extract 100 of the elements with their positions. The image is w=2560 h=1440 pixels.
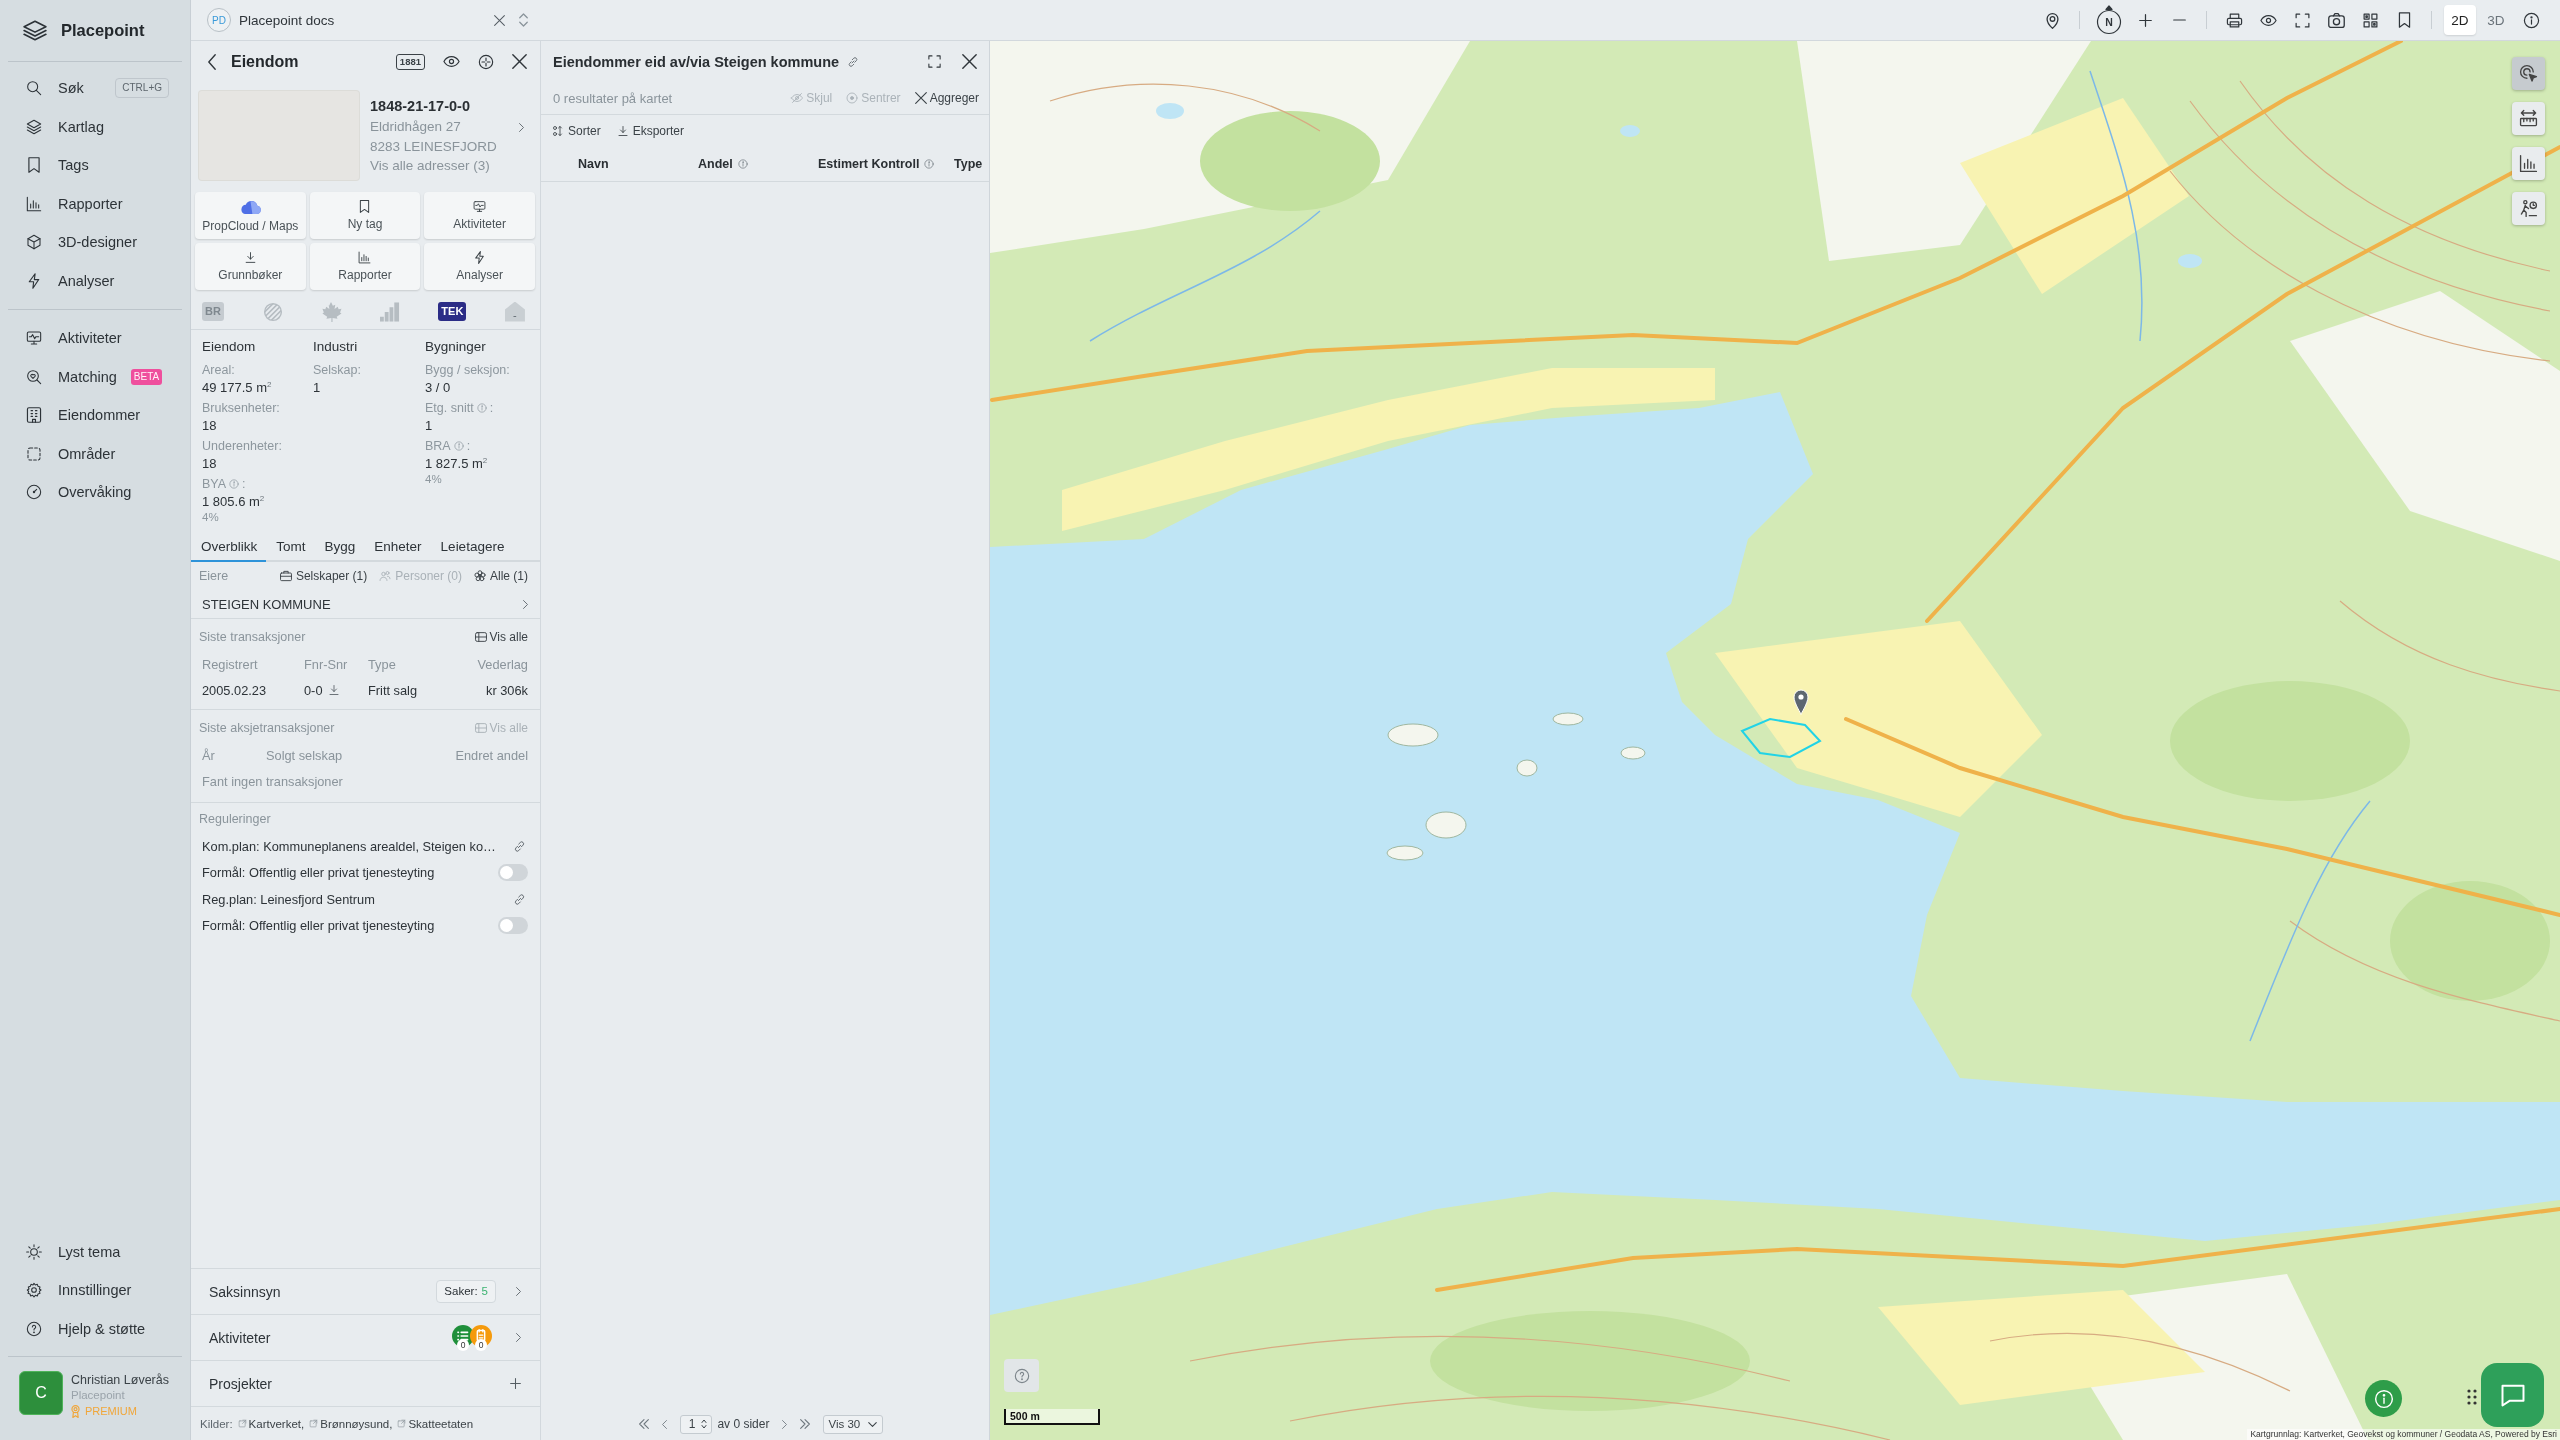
action-button[interactable]: PropCloud / Maps xyxy=(195,192,306,239)
map-attribution: Kartgrunnlag: Kartverket, Geovekst og kommuner / Geodata AS, Powered by Esri xyxy=(2247,1429,2560,1440)
owner-filter[interactable]: Alle (1) xyxy=(474,569,528,583)
tab[interactable]: Bygg xyxy=(314,534,365,562)
sidebar-item[interactable]: Lyst tema xyxy=(0,1232,190,1271)
spin-arrows-icon xyxy=(701,1419,708,1429)
download-icon xyxy=(327,684,340,696)
camera-icon xyxy=(2327,11,2345,29)
ruler-icon xyxy=(2519,109,2538,128)
sidebar-item[interactable]: Rapporter xyxy=(0,184,190,223)
sidebar-item[interactable]: Hjelp & støtte xyxy=(0,1309,190,1348)
source-link[interactable]: Skatteetaten xyxy=(397,1417,474,1430)
section-label: Prosjekter xyxy=(209,1375,274,1392)
tab[interactable]: Tomt xyxy=(266,534,315,562)
action-button[interactable]: Aktiviteter xyxy=(424,192,535,239)
measure-button[interactable] xyxy=(2512,102,2545,135)
show-all-link[interactable]: Vis alle xyxy=(474,630,528,644)
user-avatar[interactable]: C xyxy=(19,1371,63,1415)
sidebar-item[interactable]: Eiendommer xyxy=(0,396,190,435)
tool-button[interactable]: Eksporter xyxy=(616,124,685,138)
close-icon xyxy=(494,14,505,26)
section-title: Siste transaksjoner xyxy=(199,630,306,644)
view-mode-tab[interactable]: 2D xyxy=(2444,5,2476,35)
help-button[interactable] xyxy=(1004,1359,1039,1392)
sidebar-item[interactable]: Overvåking xyxy=(0,473,190,512)
open-property-button[interactable] xyxy=(519,123,524,132)
first-page-button[interactable] xyxy=(638,1419,649,1429)
sidebar-item[interactable]: Kartlag xyxy=(0,107,190,146)
plus-icon xyxy=(510,1378,521,1389)
view-mode-tab[interactable]: 3D xyxy=(2480,5,2512,35)
source-link[interactable]: Brønnøysund, xyxy=(309,1417,393,1430)
flower-icon xyxy=(474,570,486,582)
stat-label: BRA xyxy=(425,438,451,455)
sidebar-item[interactable]: 3D-designer xyxy=(0,223,190,262)
action-button[interactable]: Rapporter xyxy=(309,243,421,290)
address-line: 8283 LEINESFJORD xyxy=(370,137,497,156)
chevron-right-icon xyxy=(782,1419,788,1429)
compass-button[interactable]: N xyxy=(2096,5,2122,35)
open-link-button[interactable] xyxy=(513,892,526,906)
show-button[interactable] xyxy=(443,56,460,67)
sidebar-item[interactable]: Innstillinger xyxy=(0,1271,190,1310)
sidebar-item[interactable]: Analyser xyxy=(0,261,190,300)
add-button[interactable] xyxy=(510,1378,521,1389)
source-link[interactable]: Kartverket, xyxy=(237,1417,305,1430)
close-button[interactable] xyxy=(494,14,505,26)
previous-page-button[interactable] xyxy=(661,1419,667,1429)
help-icon xyxy=(1013,1367,1030,1384)
back-button[interactable] xyxy=(208,53,216,70)
table-cell-text: 2005.02.23 xyxy=(202,681,268,700)
close-button[interactable] xyxy=(962,54,977,69)
download-icon xyxy=(243,251,257,264)
page-size-select[interactable]: Vis 30 xyxy=(823,1414,884,1434)
page-number-field[interactable]: 1 xyxy=(679,1414,713,1434)
sidebar-item[interactable]: Områder xyxy=(0,434,190,473)
locate-button[interactable] xyxy=(478,53,494,70)
action-button[interactable]: Grunnbøker xyxy=(195,243,306,290)
stat-value: 3 / 0 xyxy=(425,379,452,396)
tool-button[interactable]: Sorter xyxy=(552,124,601,138)
section-title: Reguleringer xyxy=(199,812,271,826)
panel-title: Eiendom xyxy=(231,52,299,71)
open-section-button[interactable] xyxy=(516,1333,521,1342)
action-button[interactable]: Analyser xyxy=(424,243,535,290)
toggle-switch[interactable] xyxy=(498,917,528,935)
last-page-button[interactable] xyxy=(800,1419,811,1429)
statistics-button[interactable] xyxy=(2512,147,2545,180)
tab[interactable]: Overblikk xyxy=(191,534,267,562)
fullscreen-icon xyxy=(2293,11,2311,29)
sidebar-item[interactable]: Tags xyxy=(0,146,190,185)
sidebar-item[interactable]: Aktiviteter xyxy=(0,319,190,358)
stat-label: Bygg / seksjon: xyxy=(425,362,510,379)
download-button[interactable] xyxy=(327,684,340,696)
organization-name: Placepoint xyxy=(71,1388,126,1403)
stat-value: 18 xyxy=(202,417,218,434)
travel-time-button[interactable] xyxy=(2512,192,2545,225)
chevron-right-icon xyxy=(516,1287,521,1296)
action-button[interactable]: Ny tag xyxy=(309,192,421,239)
switch-button[interactable] xyxy=(519,13,528,27)
sidebar-item[interactable]: Søk CTRL+G xyxy=(0,69,190,108)
drag-handle-icon[interactable] xyxy=(2467,1389,2477,1405)
copy-link-button[interactable] xyxy=(847,55,860,68)
stat-value: 1 xyxy=(425,417,434,434)
open-link-button[interactable] xyxy=(513,839,526,853)
owner-row[interactable]: STEIGEN KOMMUNE xyxy=(199,590,528,618)
directory-button[interactable]: 1881 xyxy=(395,53,425,70)
house-tag[interactable]: - xyxy=(504,301,525,322)
next-page-button[interactable] xyxy=(782,1419,788,1429)
sidebar-item[interactable]: Matching BETA xyxy=(0,357,190,396)
open-section-button[interactable] xyxy=(516,1287,521,1296)
expand-button[interactable] xyxy=(927,54,942,69)
map-scale: 500 m xyxy=(1004,1409,1100,1425)
info-icon xyxy=(2522,11,2540,29)
tab[interactable]: Leietagere xyxy=(430,534,514,562)
toggle-switch[interactable] xyxy=(498,864,528,882)
result-action[interactable]: Aggreger xyxy=(914,91,979,105)
select-tool-button[interactable] xyxy=(2512,57,2545,90)
table-cell-text: kr 306k xyxy=(485,681,528,700)
source-tag[interactable]: TEK xyxy=(438,302,467,321)
close-button[interactable] xyxy=(512,54,527,69)
tab[interactable]: Enheter xyxy=(364,534,431,562)
owner-filter[interactable]: Selskaper (1) xyxy=(279,569,368,583)
